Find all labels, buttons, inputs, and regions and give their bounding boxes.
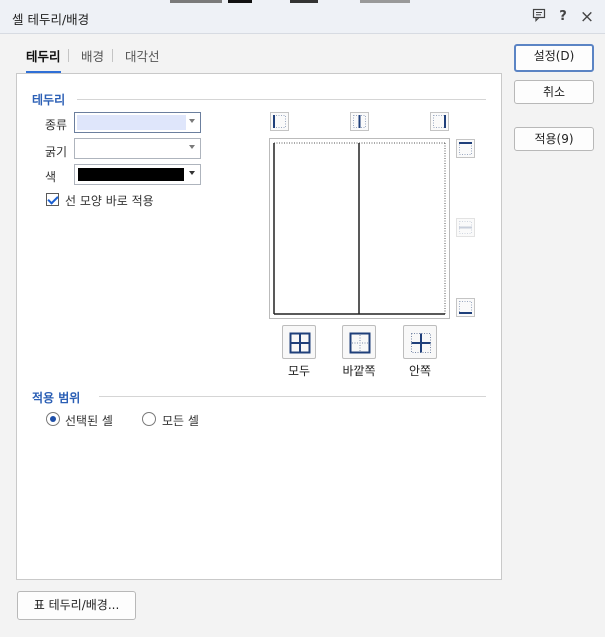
bottom-border-button[interactable]: [456, 298, 475, 317]
ok-button[interactable]: 설정(D): [514, 44, 594, 72]
border-preview[interactable]: [269, 138, 450, 319]
apply-immediately-label: 선 모양 바로 적용: [65, 194, 154, 208]
vertical-inner-border-button[interactable]: [350, 112, 369, 131]
thickness-label: 굵기: [45, 145, 68, 159]
chevron-down-icon: [189, 145, 195, 149]
inside-borders-label: 안쪽: [408, 364, 432, 378]
scope-all-cells-label: 모든 셀: [162, 414, 199, 428]
tab-border[interactable]: 테두리: [26, 46, 61, 73]
left-border-button[interactable]: [270, 112, 289, 131]
comment-icon[interactable]: [530, 8, 548, 26]
close-button[interactable]: ×: [578, 8, 596, 26]
all-borders-button[interactable]: [282, 325, 316, 359]
cancel-button[interactable]: 취소: [514, 80, 594, 104]
border-panel: 테두리 종류 굵기 색 선 모양 바로 적용 모두 바깥쪽 안쪽 적용 범위 선…: [16, 73, 502, 580]
section-divider: [77, 99, 486, 100]
apply-button[interactable]: 적용(9): [514, 127, 594, 151]
horizontal-inner-border-button[interactable]: [456, 218, 475, 237]
scope-section-title: 적용 범위: [32, 391, 81, 405]
chevron-down-icon: [189, 171, 195, 175]
chevron-down-icon: [189, 119, 195, 123]
color-swatch: [78, 168, 184, 181]
kind-label: 종류: [45, 118, 68, 132]
inside-borders-button[interactable]: [403, 325, 437, 359]
help-button[interactable]: ?: [554, 8, 572, 26]
scope-selected-cells-radio[interactable]: [46, 412, 60, 426]
outside-borders-label: 바깥쪽: [342, 364, 376, 378]
tab-background[interactable]: 배경: [81, 46, 104, 71]
apply-immediately-checkbox[interactable]: [46, 193, 59, 206]
table-border-button[interactable]: 표 테두리/배경...: [17, 591, 136, 620]
tab-divider: [112, 49, 113, 62]
line-kind-select[interactable]: [74, 112, 201, 133]
line-thickness-select[interactable]: [74, 138, 201, 159]
scope-all-cells-radio[interactable]: [142, 412, 156, 426]
border-section-title: 테두리: [32, 93, 66, 107]
all-borders-label: 모두: [287, 364, 311, 378]
top-border-button[interactable]: [456, 139, 475, 158]
line-color-select[interactable]: [74, 164, 201, 185]
section-divider: [99, 396, 486, 397]
tab-diagonal[interactable]: 대각선: [125, 46, 160, 71]
tab-divider: [68, 49, 69, 62]
color-label: 색: [45, 170, 57, 184]
right-border-button[interactable]: [430, 112, 449, 131]
dialog-title: 셀 테두리/배경: [12, 12, 90, 27]
outside-borders-button[interactable]: [342, 325, 376, 359]
title-bar: 셀 테두리/배경 ? ×: [0, 0, 605, 34]
background-strip: [170, 0, 410, 3]
scope-selected-cells-label: 선택된 셀: [65, 414, 113, 428]
